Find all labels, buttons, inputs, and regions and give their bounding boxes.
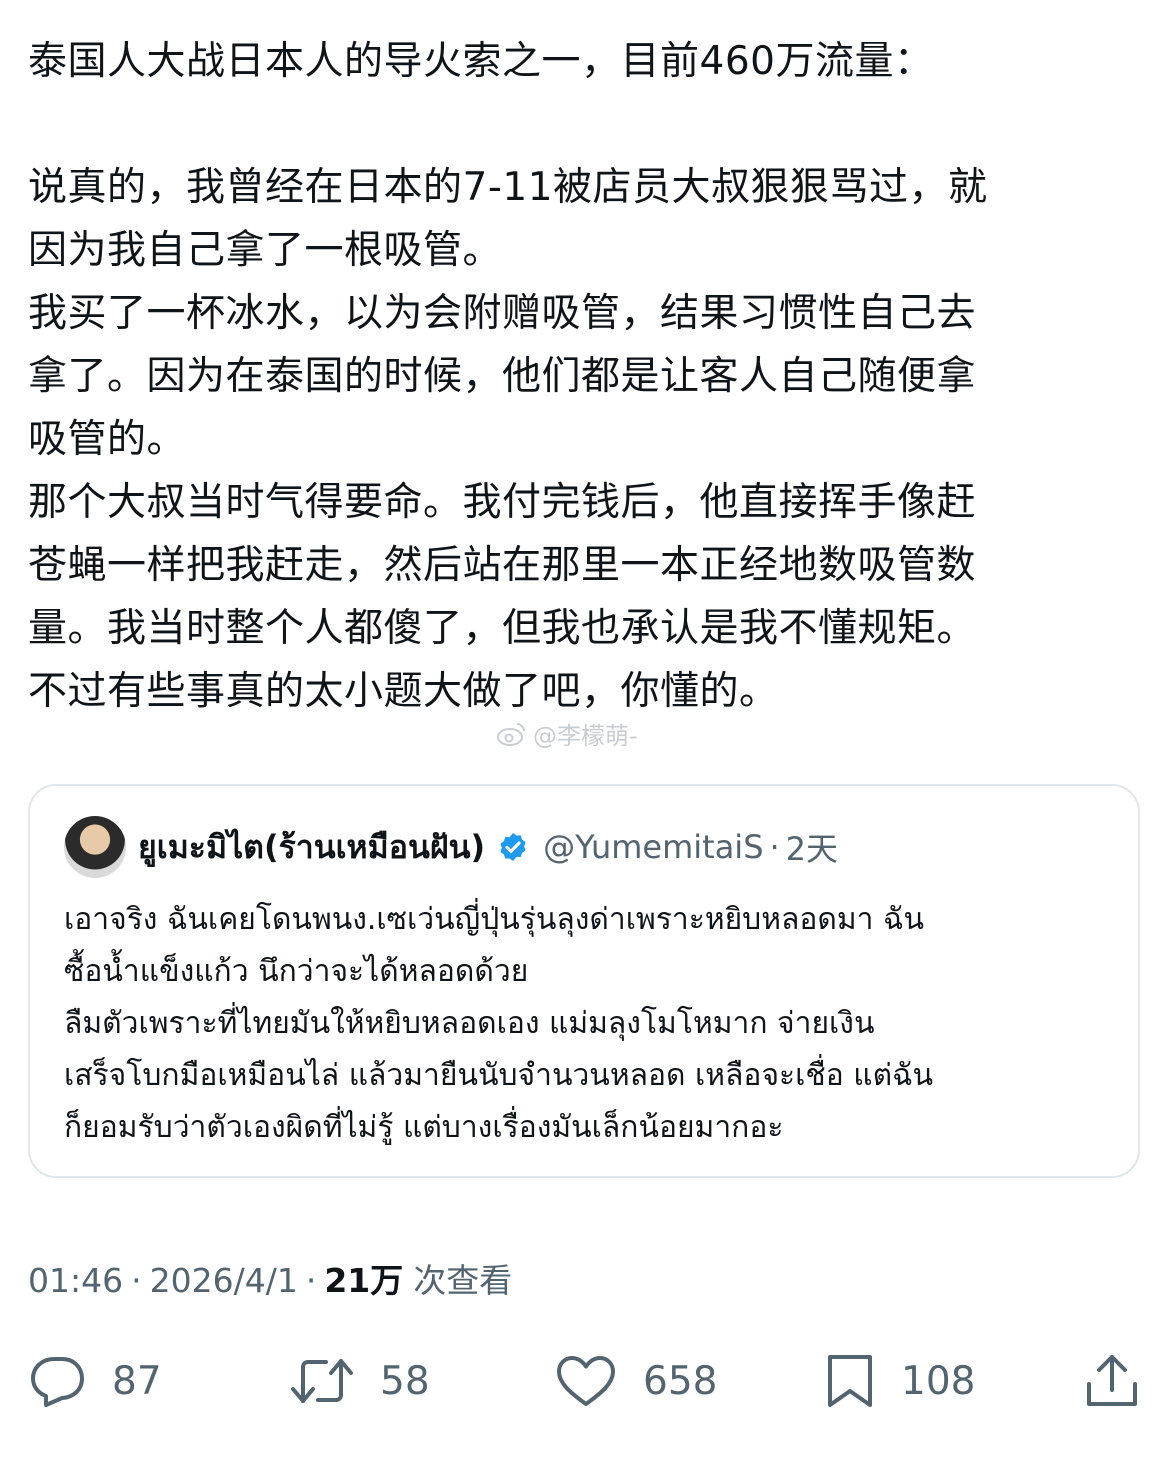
post-date[interactable]: 2026/4/1	[150, 1261, 298, 1300]
like-button[interactable]: 658	[555, 1336, 717, 1426]
share-button[interactable]	[1084, 1336, 1140, 1426]
quoted-post-text: เอาจริง ฉันเคยโดนพนง.เซเว่นญี่ปุ่นรุ่นลุ…	[64, 894, 1124, 1154]
share-icon	[1084, 1352, 1140, 1410]
quoted-post-card[interactable]: ยูเมะมิไต(ร้านเหมือนฝัน) @YumemitaiS · 2…	[28, 784, 1140, 1178]
views-count: 21万	[324, 1261, 404, 1300]
reply-count: 87	[112, 1358, 162, 1404]
views-label: 次查看	[413, 1261, 513, 1300]
post-body: 泰国人大战日本人的导火索之一，目前460万流量： 说真的，我曾经在日本的7-11…	[28, 30, 1138, 723]
post-text-line: 泰国人大战日本人的导火索之一，目前460万流量：	[28, 39, 934, 84]
post-text-line: 说真的，我曾经在日本的7-11被店员大叔狠狠骂过，就	[28, 165, 988, 210]
watermark: @李檬萌-	[497, 716, 638, 751]
post-text-line: 苍蝇一样把我赶走，然后站在那里一本正经地数吸管数	[28, 543, 977, 588]
verified-badge-icon	[497, 831, 529, 863]
quoted-text-line: เอาจริง ฉันเคยโดนพนง.เซเว่นญี่ปุ่นรุ่นลุ…	[64, 902, 924, 937]
avatar[interactable]	[64, 816, 126, 878]
weibo-icon	[497, 721, 527, 747]
heart-icon	[555, 1354, 617, 1408]
quoted-post-time[interactable]: 2天	[786, 824, 838, 870]
retweet-button[interactable]: 58	[290, 1336, 430, 1426]
reply-button[interactable]: 87	[30, 1336, 162, 1426]
post-time[interactable]: 01:46	[28, 1261, 123, 1300]
retweet-count: 58	[380, 1358, 430, 1404]
post-text-line: 我买了一杯冰水，以为会附赠吸管，结果习惯性自己去	[28, 291, 977, 336]
post-text-line: 拿了。因为在泰国的时候，他们都是让客人自己随便拿	[28, 354, 977, 399]
quoted-text-line: ลืมตัวเพราะที่ไทยมันให้หยิบหลอดเอง แม่มล…	[64, 1006, 875, 1041]
quoted-post-header: ยูเมะมิไต(ร้านเหมือนฝัน) @YumemitaiS · 2…	[64, 816, 838, 878]
post-text-line: 因为我自己拿了一根吸管。	[28, 228, 503, 273]
bookmark-icon	[825, 1353, 875, 1409]
retweet-icon	[290, 1355, 354, 1407]
like-count: 658	[643, 1358, 718, 1404]
quoted-text-line: เสร็จโบกมือเหมือนไล่ แล้วมายืนนับจำนวนหล…	[64, 1058, 934, 1093]
post-text-line: 吸管的。	[28, 417, 187, 462]
reply-icon	[30, 1355, 86, 1407]
separator-dot: ·	[769, 828, 780, 866]
separator-dot: ·	[131, 1261, 142, 1300]
post-text-line: 不过有些事真的太小题大做了吧，你懂的。	[28, 669, 779, 714]
quoted-text-line: ซื้อน้ำแข็งแก้ว นึกว่าจะได้หลอดด้วย	[64, 954, 529, 989]
separator-dot: ·	[305, 1261, 317, 1300]
post-text-line: 那个大叔当时气得要命。我付完钱后，他直接挥手像赶	[28, 480, 977, 525]
post-metadata: 01:46 · 2026/4/1 · 21万 次查看	[28, 1254, 512, 1302]
action-bar: 87 58 658 108	[0, 1336, 1169, 1426]
bookmark-button[interactable]: 108	[825, 1336, 975, 1426]
post-text-line: 量。我当时整个人都傻了，但我也承认是我不懂规矩。	[28, 606, 977, 651]
quoted-text-line: ก็ยอมรับว่าตัวเองผิดที่ไม่รู้ แต่บางเรื่…	[64, 1110, 784, 1145]
quoted-author-handle[interactable]: @YumemitaiS	[543, 828, 763, 866]
quoted-author-name[interactable]: ยูเมะมิไต(ร้านเหมือนฝัน)	[138, 822, 485, 873]
watermark-text: @李檬萌-	[533, 722, 638, 750]
bookmark-count: 108	[901, 1358, 976, 1404]
